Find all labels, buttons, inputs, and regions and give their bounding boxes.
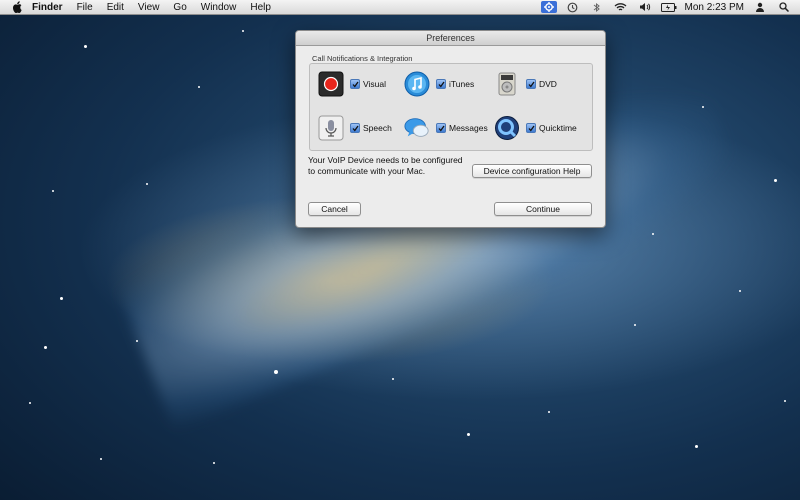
configuration-message: Your VoIP Device needs to be configured … bbox=[308, 155, 463, 176]
battery-icon[interactable] bbox=[660, 1, 677, 13]
status-app-icon[interactable] bbox=[540, 1, 557, 13]
menu-app-name[interactable]: Finder bbox=[32, 2, 63, 13]
continue-button[interactable]: Continue bbox=[494, 202, 592, 216]
visual-label: Visual bbox=[363, 79, 386, 89]
option-visual: Visual bbox=[318, 71, 386, 97]
menu-window[interactable]: Window bbox=[201, 2, 237, 13]
bluetooth-icon[interactable] bbox=[589, 1, 605, 13]
wifi-icon[interactable] bbox=[613, 1, 629, 13]
messages-icon bbox=[404, 115, 430, 141]
option-messages: Messages bbox=[404, 115, 488, 141]
itunes-icon bbox=[404, 71, 430, 97]
quicktime-label: Quicktime bbox=[539, 123, 577, 133]
group-label: Call Notifications & Integration bbox=[312, 54, 413, 63]
apple-logo-icon[interactable] bbox=[10, 1, 24, 13]
messages-checkbox[interactable] bbox=[436, 123, 446, 133]
time-machine-icon[interactable] bbox=[565, 1, 581, 13]
option-itunes: iTunes bbox=[404, 71, 474, 97]
menu-go[interactable]: Go bbox=[173, 2, 186, 13]
volume-icon[interactable] bbox=[637, 1, 653, 13]
cancel-button[interactable]: Cancel bbox=[308, 202, 361, 216]
dvd-player-icon bbox=[494, 71, 520, 97]
messages-label: Messages bbox=[449, 123, 488, 133]
quicktime-checkbox[interactable] bbox=[526, 123, 536, 133]
itunes-checkbox[interactable] bbox=[436, 79, 446, 89]
dvd-checkbox[interactable] bbox=[526, 79, 536, 89]
dvd-label: DVD bbox=[539, 79, 557, 89]
microphone-icon bbox=[318, 115, 344, 141]
menu-bar: Finder File Edit View Go Window Help Mon… bbox=[0, 0, 800, 15]
option-speech: Speech bbox=[318, 115, 392, 141]
itunes-label: iTunes bbox=[449, 79, 475, 89]
menu-help[interactable]: Help bbox=[250, 2, 271, 13]
spotlight-icon[interactable] bbox=[776, 1, 792, 13]
preferences-window: Preferences Call Notifications & Integra… bbox=[295, 30, 606, 228]
speech-checkbox[interactable] bbox=[350, 123, 360, 133]
window-title[interactable]: Preferences bbox=[296, 31, 605, 46]
menu-bar-clock[interactable]: Mon 2:23 PM bbox=[685, 2, 744, 13]
menu-bar-status-area: Mon 2:23 PM bbox=[540, 0, 800, 14]
menu-edit[interactable]: Edit bbox=[107, 2, 124, 13]
menu-view[interactable]: View bbox=[138, 2, 160, 13]
option-quicktime: Quicktime bbox=[494, 115, 577, 141]
user-icon[interactable] bbox=[752, 1, 768, 13]
record-icon bbox=[318, 71, 344, 97]
speech-label: Speech bbox=[363, 123, 392, 133]
quicktime-icon bbox=[494, 115, 520, 141]
option-dvd: DVD bbox=[494, 71, 557, 97]
menu-file[interactable]: File bbox=[77, 2, 93, 13]
device-configuration-help-button[interactable]: Device configuration Help bbox=[472, 164, 592, 178]
visual-checkbox[interactable] bbox=[350, 79, 360, 89]
